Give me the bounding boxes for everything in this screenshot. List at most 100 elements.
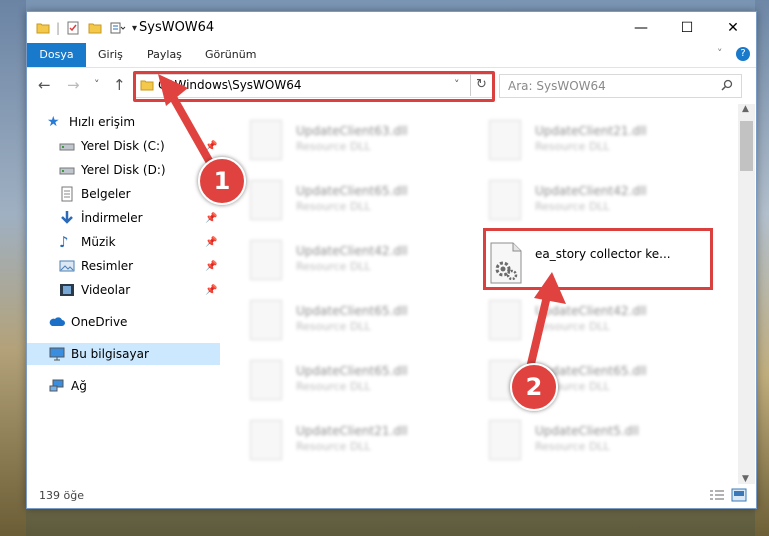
pin-icon: 📌	[205, 260, 218, 272]
up-button[interactable]: ↑	[113, 76, 126, 94]
file-type: Resource DLL	[296, 140, 371, 153]
dll-file-icon	[250, 360, 282, 400]
expand-ribbon-icon[interactable]: ˅	[717, 47, 723, 60]
file-item[interactable]: UpdateClient42.dll Resource DLL	[244, 240, 464, 292]
star-icon: ★	[47, 114, 60, 130]
window-title: SysWOW64	[139, 20, 215, 35]
sidebar-item-music[interactable]: ♪ Müzik 📌	[27, 231, 252, 253]
file-name: UpdateClient21.dll	[535, 124, 647, 138]
documents-icon	[59, 186, 75, 202]
tab-home[interactable]: Giriş	[98, 43, 123, 67]
sidebar-item-label: Resimler	[81, 259, 134, 273]
drive-icon	[59, 138, 75, 154]
dll-file-icon	[489, 180, 521, 220]
desktop-background-right	[755, 0, 769, 536]
dll-file-icon	[250, 180, 282, 220]
scrollbar-thumb[interactable]	[740, 121, 753, 171]
status-bar: 139 öğe	[27, 484, 756, 508]
file-name: UpdateClient65.dll	[296, 184, 408, 198]
sidebar-item-label: Hızlı erişim	[69, 115, 136, 129]
dll-file-icon	[250, 420, 282, 460]
quick-access-toolbar: | ▾	[36, 19, 137, 37]
sidebar-item-label: İndirmeler	[81, 211, 143, 225]
pin-icon: 📌	[205, 212, 218, 224]
file-item[interactable]: UpdateClient65.dll Resource DLL	[244, 180, 464, 232]
step-badge-2: 2	[510, 363, 558, 411]
file-type: Resource DLL	[535, 200, 610, 213]
search-input[interactable]: Ara: SysWOW64	[508, 79, 606, 93]
item-count: 139 öğe	[39, 489, 84, 502]
cloud-icon	[49, 314, 65, 330]
tab-view[interactable]: Görünüm	[205, 43, 256, 67]
pictures-icon	[59, 258, 75, 274]
pin-icon: 📌	[205, 236, 218, 248]
title-bar: | ▾ SysWOW64 — ☐ ✕	[27, 12, 756, 43]
file-item[interactable]: UpdateClient63.dll Resource DLL	[244, 120, 464, 172]
maximize-button[interactable]: ☐	[664, 12, 710, 43]
large-icons-view-icon[interactable]	[731, 488, 747, 502]
file-type: Resource DLL	[535, 440, 610, 453]
pin-icon: 📌	[205, 284, 218, 296]
sidebar-item-network[interactable]: Ağ	[27, 375, 242, 397]
details-view-icon[interactable]	[709, 489, 725, 502]
sidebar-item-label: OneDrive	[71, 315, 128, 329]
file-type: Resource DLL	[296, 260, 371, 273]
desktop-background-left	[0, 0, 26, 536]
file-name: UpdateClient65.dll	[296, 304, 408, 318]
sidebar-item-pictures[interactable]: Resimler 📌	[27, 255, 252, 277]
computer-icon	[49, 346, 65, 362]
file-name: UpdateClient5.dll	[535, 424, 639, 438]
sidebar-item-label: Bu bilgisayar	[71, 347, 149, 361]
sidebar-item-videos[interactable]: Videolar 📌	[27, 279, 252, 301]
file-item[interactable]: UpdateClient21.dll Resource DLL	[483, 120, 703, 172]
video-icon	[59, 282, 75, 298]
sidebar-item-downloads[interactable]: İndirmeler 📌	[27, 207, 252, 229]
close-button[interactable]: ✕	[710, 12, 756, 43]
search-icon[interactable]	[721, 79, 733, 91]
back-button[interactable]: ←	[38, 76, 51, 94]
dll-file-icon	[250, 240, 282, 280]
folder-icon[interactable]	[36, 21, 50, 35]
step-badge-1: 1	[198, 157, 246, 205]
properties-icon[interactable]	[66, 21, 80, 35]
vertical-scrollbar[interactable]: ▲ ▼	[738, 104, 755, 484]
file-name: UpdateClient65.dll	[296, 364, 408, 378]
help-icon[interactable]: ?	[736, 47, 750, 61]
scroll-down-icon[interactable]: ▼	[742, 474, 749, 484]
minimize-button[interactable]: —	[618, 12, 664, 43]
sidebar-item-this-pc[interactable]: Bu bilgisayar	[27, 343, 220, 365]
file-name: UpdateClient42.dll	[296, 244, 408, 258]
drive-icon	[59, 162, 75, 178]
file-list: UpdateClient63.dll Resource DLL UpdateCl…	[222, 104, 738, 484]
music-icon: ♪	[59, 233, 69, 251]
file-item[interactable]: UpdateClient42.dll Resource DLL	[483, 180, 703, 232]
sidebar-item-label: Ağ	[71, 379, 87, 393]
tab-file[interactable]: Dosya	[27, 43, 86, 67]
new-folder-icon[interactable]	[88, 21, 102, 35]
search-box[interactable]: Ara: SysWOW64	[499, 74, 742, 98]
file-item[interactable]: UpdateClient65.dll Resource DLL	[244, 360, 464, 412]
file-type: Resource DLL	[296, 200, 371, 213]
file-item[interactable]: UpdateClient65.dll Resource DLL	[244, 300, 464, 352]
file-type: Resource DLL	[296, 320, 371, 333]
dll-file-icon	[489, 420, 521, 460]
customize-toolbar-icon[interactable]: ▾	[132, 23, 137, 34]
tab-share[interactable]: Paylaş	[147, 43, 182, 67]
navigation-bar: ← → ˅ ↑ C:\Windows\SysWOW64 ˅ ↻ Ara: Sys…	[27, 68, 756, 102]
scroll-up-icon[interactable]: ▲	[742, 104, 749, 114]
forward-button[interactable]: →	[67, 76, 80, 94]
view-options-icon[interactable]	[110, 21, 126, 35]
sidebar-item-label: Müzik	[81, 235, 116, 249]
dll-file-icon	[250, 300, 282, 340]
sidebar-item-label: Videolar	[81, 283, 131, 297]
recent-locations-button[interactable]: ˅	[94, 78, 100, 91]
file-type: Resource DLL	[296, 440, 371, 453]
file-type: Resource DLL	[535, 140, 610, 153]
dll-file-icon	[250, 120, 282, 160]
file-name: UpdateClient21.dll	[296, 424, 408, 438]
sidebar-item-onedrive[interactable]: OneDrive	[27, 311, 242, 333]
file-item[interactable]: UpdateClient21.dll Resource DLL	[244, 420, 464, 472]
dll-file-icon	[489, 120, 521, 160]
file-item[interactable]: UpdateClient5.dll Resource DLL	[483, 420, 703, 472]
file-name: UpdateClient42.dll	[535, 184, 647, 198]
